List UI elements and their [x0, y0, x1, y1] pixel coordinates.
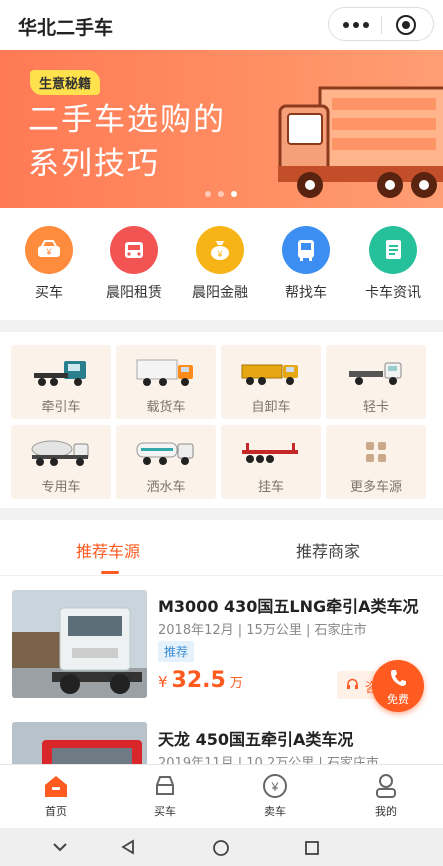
quick-nav-label: 卡车资讯	[365, 285, 421, 301]
price-currency: ¥	[158, 673, 168, 691]
tabbar-label: 首页	[45, 805, 67, 818]
banner-dot-active[interactable]	[231, 191, 237, 197]
category-light-truck[interactable]: 轻卡	[326, 345, 426, 419]
price-value: 32.5	[171, 668, 226, 693]
system-nav-bar	[0, 828, 443, 866]
quick-nav-label: 晨阳租赁	[106, 285, 162, 301]
tractor-truck-icon	[34, 361, 86, 386]
svg-text:¥: ¥	[216, 249, 223, 259]
quick-nav-label: 买车	[35, 285, 63, 301]
tabbar-label: 我的	[375, 805, 397, 818]
back-icon[interactable]	[120, 839, 136, 855]
category-label: 专用车	[41, 480, 81, 495]
mini-program-capsule	[328, 7, 434, 41]
recent-apps-icon[interactable]	[304, 840, 320, 856]
headset-icon	[347, 678, 358, 689]
listing-title: 天龙 450国五牵引A类车况	[158, 730, 354, 749]
category-cargo[interactable]: 载货车	[116, 345, 216, 419]
promo-banner[interactable]: 生意秘籍 二手车选购的 系列技巧	[0, 50, 443, 208]
category-label: 轻卡	[362, 400, 389, 415]
user-icon	[376, 774, 396, 798]
tabbar-home[interactable]: 首页	[26, 773, 86, 819]
light-truck-icon	[349, 362, 402, 385]
free-call-button[interactable]: 免费	[372, 660, 424, 712]
quick-nav-find-car[interactable]: 帮找车	[271, 226, 341, 302]
tab-recommended-vehicles[interactable]: 推荐车源	[76, 538, 140, 562]
listing-meta: 2018年12月 | 15万公里 | 石家庄市	[158, 623, 367, 638]
category-more[interactable]: 更多车源	[326, 425, 426, 499]
banner-dot[interactable]	[205, 191, 211, 197]
document-icon	[369, 226, 417, 274]
capsule-divider	[381, 16, 382, 34]
listing-title: M3000 430国五LNG牵引A类车况	[158, 597, 419, 616]
grid-more-icon	[366, 442, 386, 462]
phone-icon	[391, 670, 406, 686]
recommended-badge: 推荐	[158, 641, 195, 662]
tabbar-mine[interactable]: 我的	[356, 773, 416, 819]
tabbar-label: 买车	[154, 805, 176, 818]
category-label: 载货车	[146, 400, 186, 415]
svg-text:¥: ¥	[271, 780, 279, 794]
more-options-icon[interactable]	[343, 22, 369, 28]
active-tab-indicator	[101, 571, 119, 574]
listing-meta: 2019年11月 | 10.2万公里 | 石家庄市	[158, 756, 379, 764]
app-title: 华北二手车	[18, 17, 114, 39]
quick-nav-news[interactable]: 卡车资讯	[358, 226, 428, 302]
bottom-tab-bar: 首页 买车 ¥ 卖车 我的	[0, 764, 443, 828]
category-trailer[interactable]: 挂车	[221, 425, 321, 499]
water-truck-icon	[136, 442, 194, 465]
quick-nav-leasing[interactable]: 晨阳租赁	[99, 226, 169, 302]
dump-truck-icon	[241, 364, 298, 385]
category-label: 更多车源	[349, 480, 402, 495]
car-front-icon	[110, 226, 158, 274]
category-water[interactable]: 洒水车	[116, 425, 216, 499]
quick-nav-label: 帮找车	[285, 285, 327, 301]
price-unit: 万	[229, 676, 243, 691]
category-tractor[interactable]: 牵引车	[11, 345, 111, 419]
listing-tabs: 推荐车源 推荐商家	[0, 520, 443, 576]
quick-nav-label: 晨阳金融	[192, 285, 248, 301]
listing-price: ¥32.5 万	[158, 668, 243, 693]
home-icon	[45, 776, 67, 797]
yen-circle-icon: ¥	[263, 774, 287, 798]
listing-card[interactable]: 天龙 450国五牵引A类车况 2019年11月 | 10.2万公里 | 石家庄市	[0, 710, 443, 764]
bus-icon	[282, 226, 330, 274]
money-bag-icon: ¥	[196, 226, 244, 274]
quick-nav: ¥ 买车 晨阳租赁 ¥ 晨阳金融 帮找车 卡车资讯	[0, 208, 443, 320]
category-label: 自卸车	[251, 400, 291, 415]
car-yen-icon: ¥	[25, 226, 73, 274]
category-label: 挂车	[257, 480, 284, 495]
close-target-icon[interactable]	[396, 15, 416, 35]
home-circle-icon[interactable]	[212, 839, 230, 857]
listing-photo	[12, 722, 147, 764]
vehicle-categories: 牵引车 载货车 自卸车 轻卡 专用车 洒水车 挂车 更多车源	[0, 332, 443, 508]
banner-tag: 生意秘籍	[30, 70, 101, 95]
banner-title: 二手车选购的 系列技巧	[28, 102, 226, 182]
tab-recommended-dealers[interactable]: 推荐商家	[296, 538, 360, 562]
listing-photo	[12, 590, 147, 698]
svg-text:¥: ¥	[45, 247, 52, 257]
category-special[interactable]: 专用车	[11, 425, 111, 499]
free-call-label: 免费	[387, 693, 409, 706]
quick-nav-buy-car[interactable]: ¥ 买车	[14, 226, 84, 302]
special-truck-icon	[31, 440, 89, 466]
chevron-down-icon[interactable]	[52, 841, 68, 853]
cargo-truck-icon	[136, 359, 193, 386]
tabbar-sell[interactable]: ¥ 卖车	[245, 773, 305, 819]
car-outline-icon	[156, 776, 174, 795]
category-label: 洒水车	[146, 480, 186, 495]
category-dump[interactable]: 自卸车	[221, 345, 321, 419]
quick-nav-finance[interactable]: ¥ 晨阳金融	[185, 226, 255, 302]
banner-dot[interactable]	[218, 191, 224, 197]
tabbar-label: 卖车	[264, 805, 286, 818]
category-label: 牵引车	[41, 400, 81, 415]
top-bar: 华北二手车	[0, 0, 443, 50]
tabbar-buy[interactable]: 买车	[135, 773, 195, 819]
dump-truck-illustration	[278, 86, 443, 198]
trailer-icon	[242, 443, 298, 463]
